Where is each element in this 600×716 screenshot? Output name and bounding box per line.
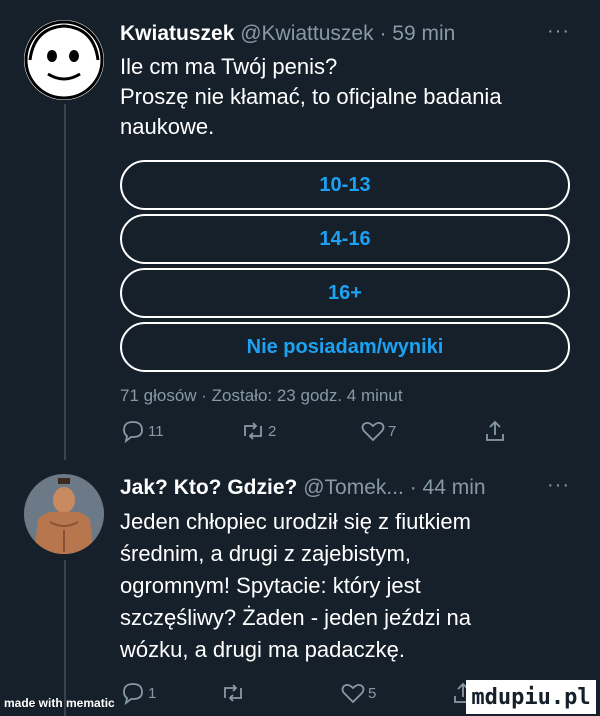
tweet-header: Kwiatuszek @Kwiattuszek · 59 min: [120, 20, 455, 48]
site-watermark: mdupiu.pl: [466, 680, 596, 714]
tweet-text: Ile cm ma Twój penis? Proszę nie kłamać,…: [120, 52, 560, 142]
tweet-header: Jak? Kto? Gdzie? @Tomek... · 44 min: [120, 474, 486, 502]
tweet[interactable]: Jak? Kto? Gdzie? @Tomek... · 44 min ··· …: [0, 460, 600, 716]
timestamp[interactable]: · 44 min: [410, 476, 486, 499]
display-name[interactable]: Kwiatuszek: [120, 22, 234, 45]
text-line: średnim, a drugi z zajebistym,: [120, 541, 411, 566]
handle[interactable]: @Kwiattuszek: [240, 22, 373, 45]
reply-button[interactable]: 11: [120, 418, 164, 444]
smiley-avatar-icon: [24, 20, 104, 100]
poll-status: 71 głosów · Zostało: 23 godz. 4 minut: [120, 386, 403, 405]
display-name[interactable]: Jak? Kto? Gdzie?: [120, 476, 297, 499]
reply-icon: [123, 683, 143, 706]
share-icon: [486, 420, 504, 441]
like-count: 5: [368, 684, 377, 702]
tweet-poll[interactable]: Kwiatuszek @Kwiattuszek · 59 min ··· Ile…: [0, 0, 600, 460]
tweet-text: Jeden chłopiec urodził się z fiutkiem śr…: [120, 506, 560, 666]
retweet-icon: [244, 422, 262, 440]
avatar[interactable]: [24, 20, 104, 100]
text-line: szczęśliwy? Żaden - jeden jeździ na: [120, 605, 471, 630]
like-button[interactable]: 7: [360, 418, 396, 444]
retweet-icon: [224, 684, 242, 702]
text-line: wózku, a drugi ma padaczkę.: [120, 637, 405, 662]
reply-button[interactable]: 1: [120, 680, 156, 706]
text-line: naukowe.: [120, 114, 215, 139]
share-button[interactable]: [482, 418, 508, 444]
like-button[interactable]: 5: [340, 680, 376, 706]
action-bar: 11 2 7: [120, 418, 540, 448]
timestamp[interactable]: · 59 min: [379, 22, 455, 45]
reply-count: 11: [148, 422, 164, 440]
text-line: Proszę nie kłamać, to oficjalne badania: [120, 84, 502, 109]
thread-line: [64, 104, 66, 460]
text-line: Jeden chłopiec urodził się z fiutkiem: [120, 509, 471, 534]
retweet-button[interactable]: [220, 680, 248, 706]
heart-icon: [341, 683, 365, 704]
poll-option[interactable]: 14-16: [120, 214, 570, 264]
poll-option[interactable]: 16+: [120, 268, 570, 318]
heart-icon: [361, 421, 385, 442]
poll-option[interactable]: Nie posiadam/wyniki: [120, 322, 570, 372]
avatar[interactable]: [24, 474, 104, 554]
retweet-count: 2: [268, 422, 277, 440]
text-line: ogromnym! Spytacie: który jest: [120, 573, 421, 598]
text-line: Ile cm ma Twój penis?: [120, 54, 338, 79]
mematic-watermark: made with mematic: [4, 696, 115, 710]
reply-count: 1: [148, 684, 157, 702]
reply-icon: [123, 421, 143, 444]
more-options-icon[interactable]: ···: [547, 20, 570, 43]
thread-line: [64, 560, 66, 716]
like-count: 7: [388, 422, 397, 440]
more-options-icon[interactable]: ···: [547, 474, 570, 497]
retweet-button[interactable]: 2: [240, 418, 276, 444]
handle[interactable]: @Tomek...: [303, 476, 404, 499]
bodybuilder-avatar-icon: [24, 474, 104, 554]
poll-option[interactable]: 10-13: [120, 160, 570, 210]
